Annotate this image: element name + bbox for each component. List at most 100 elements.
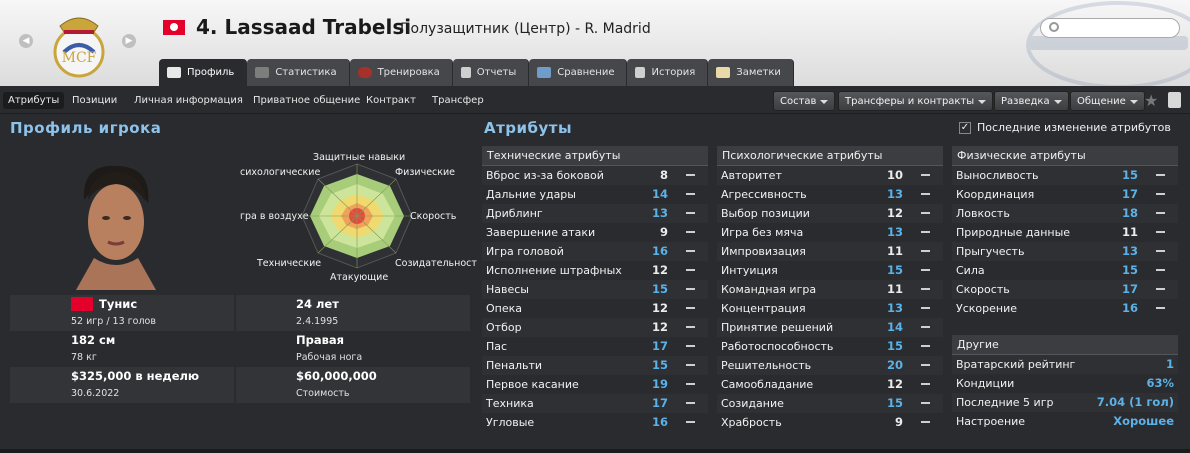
attribute-row[interactable]: Пенальти 15 <box>482 356 708 375</box>
attribute-row[interactable]: Кондиции 63% <box>952 374 1178 393</box>
preferred-foot: Правая <box>296 333 345 347</box>
attribute-row[interactable]: Созидание 15 <box>717 394 943 413</box>
tab-training[interactable]: Тренировка <box>349 59 453 86</box>
attribute-row[interactable]: Вброс из-за боковой 8 <box>482 166 708 185</box>
tab-statistics[interactable]: Статистика <box>247 59 350 86</box>
attribute-row[interactable]: Координация 17 <box>952 185 1178 204</box>
attribute-value: 17 <box>1121 187 1138 201</box>
trend-icon <box>921 174 930 176</box>
radar-label-physical: Физические <box>395 167 456 178</box>
tab-reports[interactable]: Отчеты <box>452 59 530 86</box>
main-tabs: Профиль Статистика Тренировка Отчеты Сра… <box>159 59 794 86</box>
attribute-row[interactable]: Отбор 12 <box>482 318 708 337</box>
attribute-row[interactable]: Храбрость 9 <box>717 413 943 432</box>
attribute-row[interactable]: Техника 17 <box>482 394 708 413</box>
tab-compare[interactable]: Сравнение <box>529 59 628 86</box>
trend-icon <box>921 383 930 385</box>
trend-icon <box>686 326 695 328</box>
tab-profile[interactable]: Профиль <box>159 59 248 86</box>
radar-label-defending: Защитные навыки <box>313 152 406 163</box>
attribute-row[interactable]: Дриблинг 13 <box>482 204 708 223</box>
note-icon[interactable] <box>1168 92 1181 108</box>
star-icon[interactable]: ★ <box>1144 91 1158 110</box>
training-icon <box>357 67 372 78</box>
subtab-personal-info[interactable]: Личная информация <box>129 92 248 109</box>
radar-label-attacking: Атакующие <box>330 272 389 283</box>
club-crest-icon: MCF <box>53 17 105 78</box>
attribute-name: Исполнение штрафных <box>486 264 622 277</box>
attribute-value: 13 <box>886 187 903 201</box>
attribute-row[interactable]: Выносливость 15 <box>952 166 1178 185</box>
subtab-contract[interactable]: Контракт <box>361 92 421 109</box>
attribute-radar-chart <box>301 163 413 269</box>
attribute-row[interactable]: Самообладание 12 <box>717 375 943 394</box>
attribute-row[interactable]: Прыгучесть 13 <box>952 242 1178 261</box>
attribute-name: Решительность <box>721 359 812 372</box>
back-arrow-icon[interactable]: ◀ <box>19 34 33 48</box>
attribute-row[interactable]: Интуиция 15 <box>717 261 943 280</box>
scouting-dropdown[interactable]: Разведка <box>994 91 1069 111</box>
attribute-row[interactable]: Навесы 15 <box>482 280 708 299</box>
attribute-row[interactable]: Скорость 17 <box>952 280 1178 299</box>
radar-label-speed: Скорость <box>410 211 457 222</box>
attribute-row[interactable]: Сила 15 <box>952 261 1178 280</box>
attribute-row[interactable]: Угловые 16 <box>482 413 708 432</box>
tab-history[interactable]: История <box>627 59 709 86</box>
subtab-attributes[interactable]: Атрибуты <box>3 92 65 109</box>
attribute-row[interactable]: Работоспособность 15 <box>717 337 943 356</box>
squad-dropdown[interactable]: Состав <box>773 91 836 111</box>
trend-icon <box>1156 231 1165 233</box>
attribute-row[interactable]: Исполнение штрафных 12 <box>482 261 708 280</box>
attribute-row[interactable]: Опека 12 <box>482 299 708 318</box>
attribute-row[interactable]: Дальние удары 14 <box>482 185 708 204</box>
attribute-row[interactable]: Принятие решений 14 <box>717 318 943 337</box>
attribute-value: 11 <box>1121 225 1138 239</box>
attribute-row[interactable]: Выбор позиции 12 <box>717 204 943 223</box>
trend-icon <box>686 269 695 271</box>
communication-dropdown[interactable]: Общение <box>1070 91 1145 111</box>
attribute-row[interactable]: Пас 17 <box>482 337 708 356</box>
attribute-row[interactable]: Игра головой 16 <box>482 242 708 261</box>
other-attributes-column: Другие Вратарский рейтинг 1 Кондиции 63% Пос… <box>952 335 1178 431</box>
attribute-row[interactable]: Агрессивность 13 <box>717 185 943 204</box>
attribute-name: Командная игра <box>721 283 817 296</box>
attributes-title: Атрибуты <box>484 119 573 137</box>
attribute-row[interactable]: Настроение Хорошее <box>952 412 1178 431</box>
search-input[interactable] <box>1040 18 1180 38</box>
transfers-contracts-dropdown[interactable]: Трансферы и контракты <box>838 91 994 111</box>
player-name: 4. Lassaad Trabelsi <box>196 15 412 39</box>
attribute-row[interactable]: Игра без мяча 13 <box>717 223 943 242</box>
recent-changes-checkbox[interactable]: ✓ <box>959 122 971 134</box>
attribute-value: 12 <box>651 301 668 315</box>
trend-icon <box>921 345 930 347</box>
compare-icon <box>537 67 552 78</box>
tab-notes[interactable]: Заметки <box>708 59 794 86</box>
subtab-private-chat[interactable]: Приватное общение <box>248 92 365 109</box>
attribute-name: Кондиции <box>956 377 1015 390</box>
attribute-row[interactable]: Авторитет 10 <box>717 166 943 185</box>
trend-icon <box>921 421 930 423</box>
attribute-row[interactable]: Завершение атаки 9 <box>482 223 708 242</box>
attribute-row[interactable]: Импровизация 11 <box>717 242 943 261</box>
attribute-row[interactable]: Ускорение 16 <box>952 299 1178 318</box>
attribute-row[interactable]: Вратарский рейтинг 1 <box>952 355 1178 374</box>
attribute-row[interactable]: Ловкость 18 <box>952 204 1178 223</box>
attribute-row[interactable]: Последние 5 игр 7.04 (1 гол) <box>952 393 1178 412</box>
attribute-row[interactable]: Первое касание 19 <box>482 375 708 394</box>
forward-arrow-icon[interactable]: ▶ <box>122 34 136 48</box>
attribute-name: Вброс из-за боковой <box>486 169 604 182</box>
attribute-row[interactable]: Командная игра 11 <box>717 280 943 299</box>
trend-icon <box>1156 269 1165 271</box>
attribute-name: Сила <box>956 264 985 277</box>
attribute-row[interactable]: Природные данные 11 <box>952 223 1178 242</box>
preferred-foot-label: Рабочая нога <box>296 352 363 363</box>
attribute-row[interactable]: Концентрация 13 <box>717 299 943 318</box>
subtab-transfer[interactable]: Трансфер <box>427 92 489 109</box>
apps-goals: 52 игр / 13 голов <box>71 316 156 327</box>
attribute-name: Интуиция <box>721 264 778 277</box>
trend-icon <box>686 250 695 252</box>
attribute-row[interactable]: Решительность 20 <box>717 356 943 375</box>
physical-attributes-column: Физические атрибуты Выносливость 15 Коорди… <box>952 146 1178 318</box>
subtab-positions[interactable]: Позиции <box>67 92 122 109</box>
svg-text:MCF: MCF <box>62 50 97 66</box>
